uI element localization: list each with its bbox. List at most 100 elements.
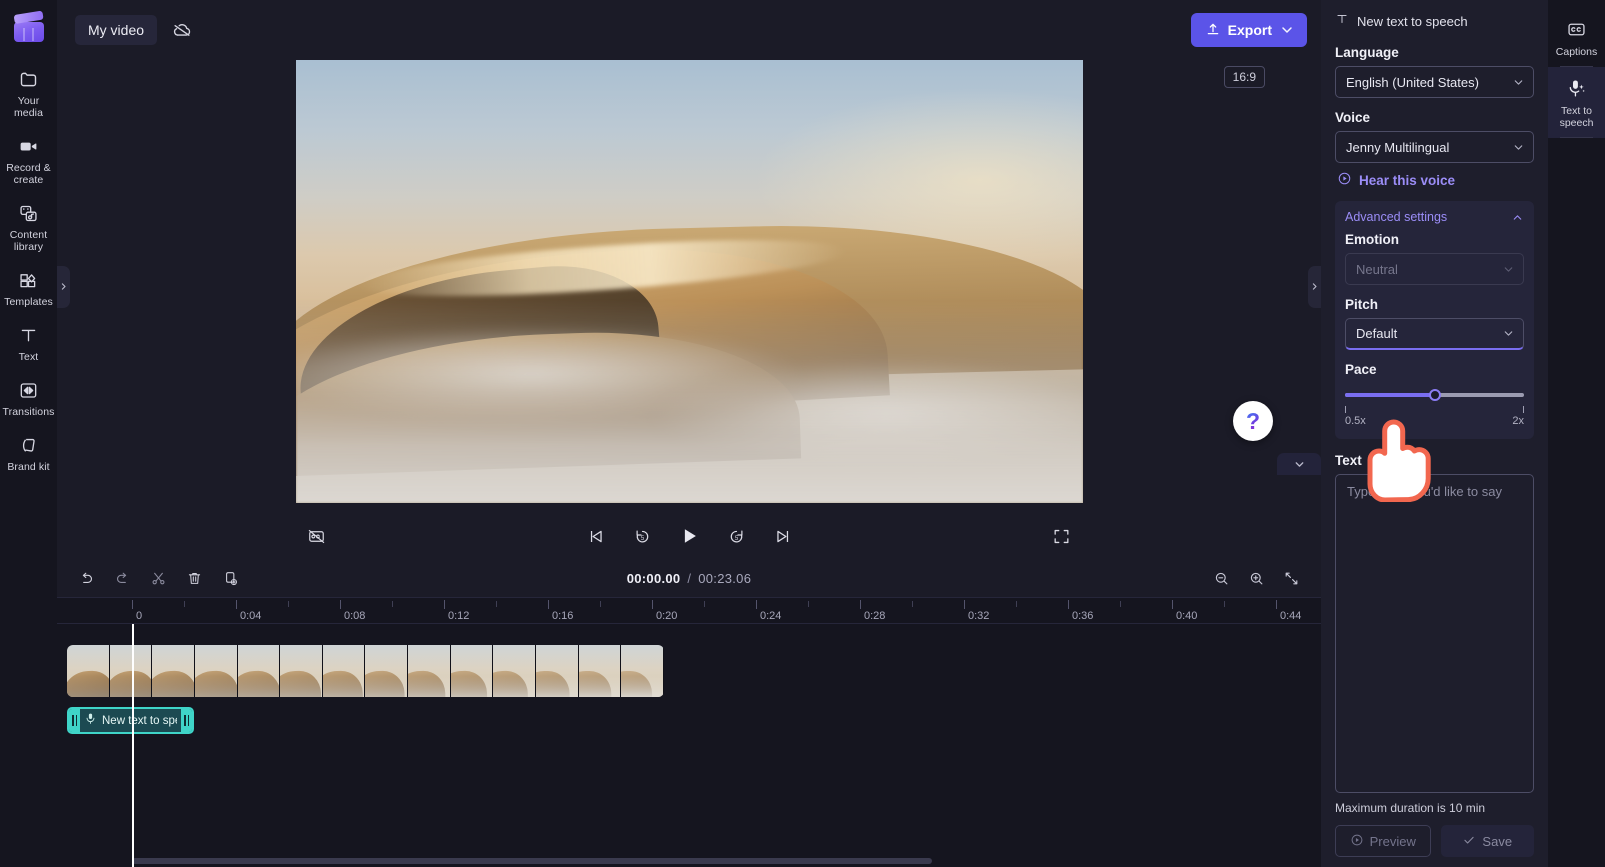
timeline-horizontal-scrollbar[interactable] <box>132 858 932 864</box>
mic-sparkle-icon <box>1565 76 1589 100</box>
language-value: English (United States) <box>1346 74 1479 90</box>
text-to-speech-input[interactable] <box>1335 474 1534 793</box>
timeline-ruler[interactable]: 0 0:04 0:08 0:12 0:16 0:20 0:24 0:28 0:32 0:36 0:4… <box>57 597 1321 624</box>
delete-trash-icon[interactable] <box>181 565 208 592</box>
sidebar-item-brand-kit[interactable]: Brand kit <box>0 426 57 481</box>
video-camera-icon <box>17 134 41 158</box>
ruler-tick-minor <box>392 601 393 607</box>
editor-main: My video Export 16:9 ? 5 5 00:00.00 / 00… <box>57 0 1321 867</box>
ruler-label: 0:04 <box>240 610 262 622</box>
forward-5-icon[interactable]: 5 <box>721 521 751 551</box>
clip-trim-handle-left[interactable] <box>69 709 80 732</box>
language-select[interactable]: English (United States) <box>1335 66 1534 98</box>
ruler-label: 0:36 <box>1072 610 1094 622</box>
save-button[interactable]: Save <box>1440 825 1534 857</box>
redo-icon[interactable] <box>109 565 136 592</box>
fit-to-timeline-icon[interactable] <box>1278 565 1305 592</box>
video-thumbnail <box>493 645 537 697</box>
audio-clip-label: New text to speech <box>102 714 177 727</box>
rail-item-captions[interactable]: Captions <box>1548 8 1605 67</box>
play-button[interactable] <box>674 521 704 551</box>
project-title-button[interactable]: My video <box>75 15 158 45</box>
microphone-icon <box>84 712 97 730</box>
ruler-tick <box>1276 600 1277 609</box>
rewind-5-icon[interactable]: 5 <box>627 521 657 551</box>
rail-item-text-to-speech[interactable]: Text to speech <box>1548 67 1605 138</box>
max-duration-note: Maximum duration is 10 min <box>1335 801 1486 815</box>
emotion-label: Emotion <box>1345 232 1399 247</box>
ruler-label: 0:20 <box>656 610 678 622</box>
duplicate-icon[interactable] <box>217 565 244 592</box>
chevron-down-icon <box>1282 27 1292 33</box>
brand-kit-icon <box>17 433 41 457</box>
pace-slider-thumb[interactable] <box>1428 389 1441 401</box>
emotion-select: Neutral <box>1345 253 1524 285</box>
ruler-label: 0 <box>136 610 143 622</box>
player-controls-right <box>1047 521 1077 551</box>
pace-label: Pace <box>1345 362 1377 377</box>
folder-icon <box>17 67 41 91</box>
export-button[interactable]: Export <box>1190 13 1307 47</box>
audio-clip-body: New text to speech <box>80 712 181 730</box>
ruler-label: 0:16 <box>552 610 574 622</box>
video-thumbnail <box>450 645 494 697</box>
upload-arrow-icon <box>1205 21 1221 40</box>
undo-icon[interactable] <box>73 565 100 592</box>
collapse-right-pane-handle[interactable] <box>1308 265 1321 308</box>
ruler-tick-minor <box>600 601 601 607</box>
svg-text:5: 5 <box>734 535 738 541</box>
skip-to-start-icon[interactable] <box>580 521 610 551</box>
sidebar-item-templates[interactable]: Templates <box>0 261 57 316</box>
advanced-settings-toggle[interactable]: Advanced settings <box>1345 210 1524 224</box>
sidebar-item-content-library[interactable]: Content library <box>0 194 57 261</box>
zoom-out-icon[interactable] <box>1208 565 1235 592</box>
question-mark-icon: ? <box>1245 407 1261 434</box>
ruler-tick <box>756 600 757 609</box>
sidebar-item-transitions[interactable]: Transitions <box>0 371 57 426</box>
ruler-label: 0:08 <box>344 610 366 622</box>
collapse-panel-tab[interactable] <box>1277 453 1321 475</box>
sidebar-item-record-and-create[interactable]: Record & create <box>0 127 57 194</box>
ruler-label: 0:40 <box>1176 610 1198 622</box>
sidebar-item-text[interactable]: Text <box>0 316 57 371</box>
audio-clip-text-to-speech[interactable]: New text to speech <box>67 707 194 734</box>
chevron-down-icon <box>1504 266 1513 272</box>
voice-value: Jenny Multilingual <box>1346 139 1450 155</box>
cloud-off-icon[interactable] <box>165 13 199 47</box>
chevron-down-icon <box>1295 461 1303 467</box>
video-preview-canvas[interactable] <box>295 60 1083 503</box>
pace-slider[interactable] <box>1345 387 1524 403</box>
pitch-select[interactable]: Default <box>1345 318 1524 350</box>
export-label: Export <box>1227 22 1272 38</box>
playhead[interactable] <box>132 624 134 867</box>
sidebar-item-your-media[interactable]: Your media <box>0 60 57 127</box>
chevron-down-icon <box>1514 79 1523 85</box>
text-t-icon <box>17 323 41 347</box>
voice-select[interactable]: Jenny Multilingual <box>1335 131 1534 163</box>
collapse-left-pane-handle[interactable] <box>57 265 70 308</box>
video-clip[interactable] <box>67 645 664 697</box>
cc-off-icon[interactable] <box>302 521 332 551</box>
timeline: 00:00.00 / 00:23.06 0 0:04 0:08 0:12 0:1… <box>57 559 1321 867</box>
aspect-ratio-badge[interactable]: 16:9 <box>1223 66 1265 88</box>
ruler-tick-minor <box>808 601 809 607</box>
clip-trim-handle-right[interactable] <box>181 709 192 732</box>
fullscreen-icon[interactable] <box>1047 521 1077 551</box>
split-scissors-icon[interactable] <box>145 565 172 592</box>
top-toolbar: My video Export <box>57 0 1321 60</box>
help-button[interactable]: ? <box>1233 401 1273 441</box>
text-t-icon <box>1335 12 1349 31</box>
right-sidebar: Captions Text to speech <box>1548 0 1605 867</box>
timeline-tracks[interactable]: New text to speech <box>57 624 1321 867</box>
preview-button: Preview <box>1335 825 1431 857</box>
pace-min-label: 0.5x <box>1345 415 1366 427</box>
hear-this-voice-button[interactable]: Hear this voice <box>1337 171 1534 189</box>
ruler-tick <box>1068 600 1069 609</box>
clipchamp-logo[interactable] <box>13 10 44 44</box>
skip-to-end-icon[interactable] <box>768 521 798 551</box>
video-thumbnail <box>322 645 366 697</box>
ruler-tick-minor <box>496 601 497 607</box>
chevron-up-icon <box>1513 214 1522 220</box>
zoom-in-icon[interactable] <box>1243 565 1270 592</box>
ruler-tick-minor <box>1016 601 1017 607</box>
